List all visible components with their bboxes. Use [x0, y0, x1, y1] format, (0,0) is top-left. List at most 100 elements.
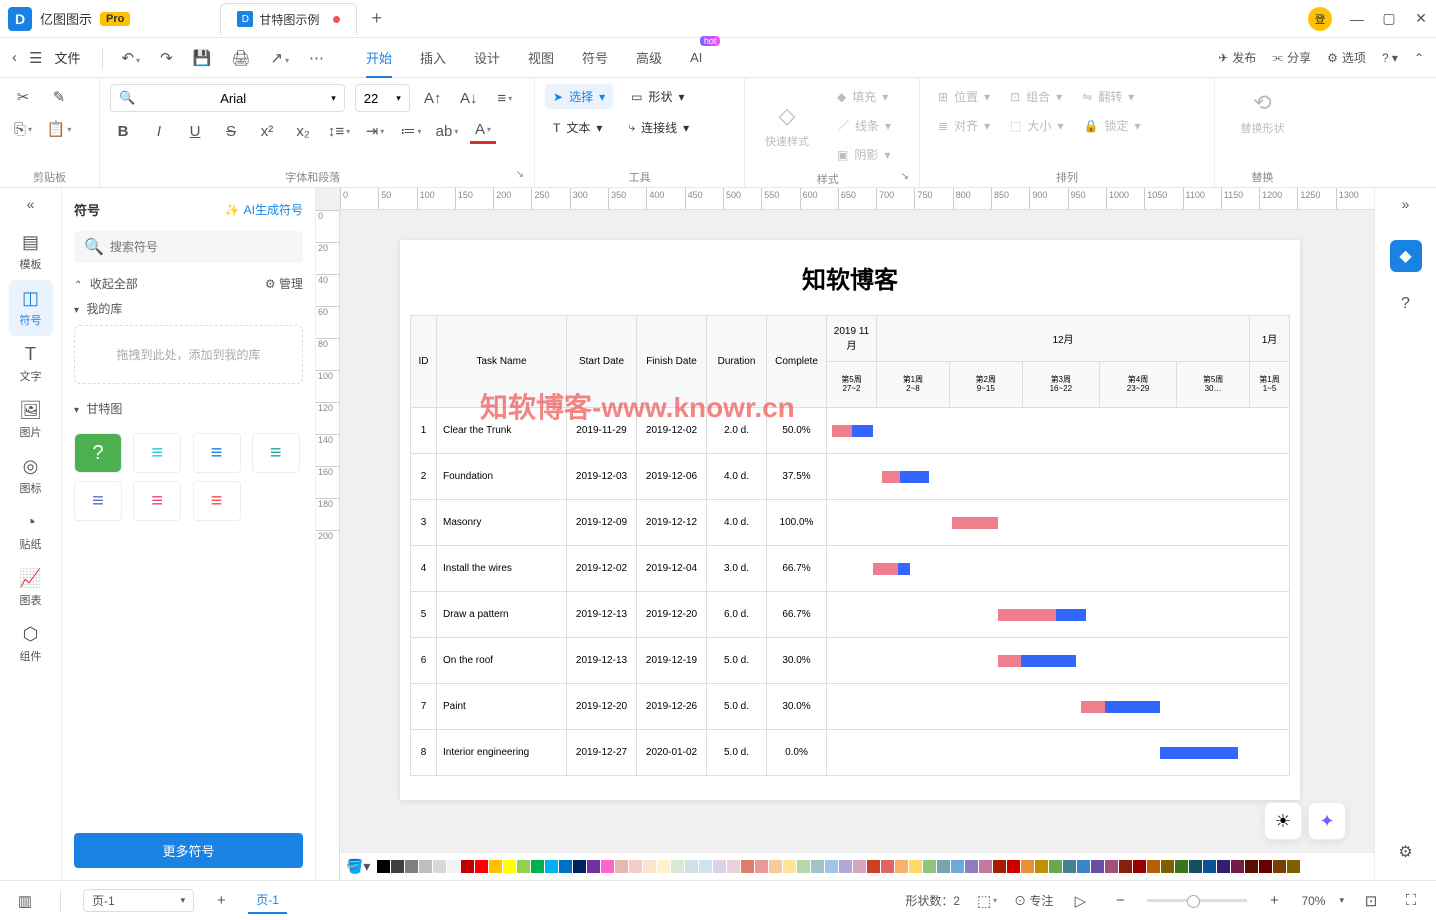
gantt-chart[interactable]: IDTask NameStart DateFinish DateDuration…	[410, 315, 1290, 776]
color-swatch[interactable]	[391, 860, 404, 873]
gantt-row[interactable]: 5Draw a pattern2019-12-132019-12-206.0 d…	[411, 592, 1290, 638]
color-swatch[interactable]	[895, 860, 908, 873]
gantt-row[interactable]: 4Install the wires2019-12-022019-12-043.…	[411, 546, 1290, 592]
align-button[interactable]: ≣ 对齐 ▾	[930, 113, 998, 138]
redo-button[interactable]: ↷	[160, 49, 173, 67]
color-swatch[interactable]	[1217, 860, 1230, 873]
color-swatch[interactable]	[1189, 860, 1202, 873]
rail-text[interactable]: T文字	[9, 336, 53, 392]
color-swatch[interactable]	[1091, 860, 1104, 873]
color-swatch[interactable]	[503, 860, 516, 873]
publish-button[interactable]: ✈ 发布	[1218, 49, 1256, 66]
superscript-button[interactable]: x²	[254, 118, 280, 144]
color-swatch[interactable]	[699, 860, 712, 873]
color-swatch[interactable]	[993, 860, 1006, 873]
shape-tool[interactable]: ▭ 形状 ▾	[623, 84, 692, 109]
color-swatch[interactable]	[923, 860, 936, 873]
color-swatch[interactable]	[839, 860, 852, 873]
main-tab-插入[interactable]: 插入	[420, 38, 446, 78]
main-tab-视图[interactable]: 视图	[528, 38, 554, 78]
color-swatch[interactable]	[1021, 860, 1034, 873]
color-swatch[interactable]	[741, 860, 754, 873]
rail-collapse-icon[interactable]: «	[27, 196, 35, 212]
strike-button[interactable]: S	[218, 118, 244, 144]
collapse-all-button[interactable]: ⌃ 收起全部	[74, 275, 138, 292]
color-swatch[interactable]	[615, 860, 628, 873]
collapse-ribbon-icon[interactable]: ⌃	[1414, 51, 1424, 65]
right-rail-collapse-icon[interactable]: »	[1402, 196, 1410, 212]
symbol-item[interactable]: ?	[74, 433, 122, 473]
more-symbols-button[interactable]: 更多符号	[74, 833, 303, 868]
indent-button[interactable]: ⇥	[362, 118, 388, 144]
print-button[interactable]: 🖨	[231, 49, 250, 67]
bold-button[interactable]: B	[110, 118, 136, 144]
page-selector[interactable]: 页-1 ▾	[83, 889, 194, 912]
color-swatch[interactable]	[853, 860, 866, 873]
rail-template[interactable]: ▤模板	[9, 224, 53, 280]
undo-button[interactable]: ↶	[121, 49, 140, 67]
size-button[interactable]: ⬚ 大小 ▾	[1002, 113, 1071, 138]
library-dropzone[interactable]: 拖拽到此处，添加到我的库	[74, 325, 303, 384]
main-tab-高级[interactable]: 高级	[636, 38, 662, 78]
color-swatch[interactable]	[1147, 860, 1160, 873]
fullscreen-icon[interactable]: ⛶	[1398, 888, 1424, 914]
line-spacing-button[interactable]: ↕≡	[326, 118, 352, 144]
layers-icon[interactable]: ⬚	[974, 888, 1000, 914]
flip-button[interactable]: ⇋ 翻转 ▾	[1074, 84, 1142, 109]
rail-chart[interactable]: 📈图表	[9, 560, 53, 616]
color-swatch[interactable]	[1231, 860, 1244, 873]
color-swatch[interactable]	[797, 860, 810, 873]
page[interactable]: 知软博客 知软博客-www.knowr.cn IDTask NameStart …	[400, 240, 1300, 800]
list-button[interactable]: ≔	[398, 118, 424, 144]
canvas[interactable]: 知软博客 知软博客-www.knowr.cn IDTask NameStart …	[340, 210, 1374, 852]
color-swatch[interactable]	[657, 860, 670, 873]
color-swatch[interactable]	[909, 860, 922, 873]
maximize-button[interactable]: ▢	[1382, 10, 1396, 27]
zoom-in-button[interactable]: +	[1261, 888, 1287, 914]
rail-image[interactable]: 🖼图片	[9, 392, 53, 448]
color-swatch[interactable]	[825, 860, 838, 873]
color-swatch[interactable]	[1035, 860, 1048, 873]
color-swatch[interactable]	[1007, 860, 1020, 873]
format-painter-button[interactable]: ✎	[46, 84, 72, 110]
color-swatch[interactable]	[1105, 860, 1118, 873]
decrease-font-button[interactable]: A↓	[456, 85, 482, 111]
fill-button[interactable]: ◆ 填充 ▾	[829, 84, 899, 109]
add-tab-button[interactable]: +	[371, 8, 382, 29]
color-swatch[interactable]	[517, 860, 530, 873]
symbol-search-input[interactable]	[110, 240, 293, 254]
more-menu-icon[interactable]: ⋯	[309, 49, 324, 67]
file-menu[interactable]: 文件	[54, 48, 80, 67]
present-icon[interactable]: ▷	[1067, 888, 1093, 914]
symbol-search[interactable]: 🔍	[74, 231, 303, 263]
color-swatch[interactable]	[587, 860, 600, 873]
cut-button[interactable]: ✂	[10, 84, 36, 110]
symbol-item[interactable]: ≡	[74, 481, 122, 521]
paint-bucket-icon[interactable]: 🪣▾	[346, 858, 370, 875]
case-button[interactable]: ab	[434, 118, 460, 144]
color-swatch[interactable]	[559, 860, 572, 873]
format-pane-icon[interactable]: ◆	[1390, 240, 1422, 272]
color-swatch[interactable]	[1245, 860, 1258, 873]
main-tab-AI[interactable]: AIhot	[690, 38, 702, 78]
gantt-library-section[interactable]: ▾ 甘特图	[74, 400, 303, 417]
symbol-item[interactable]: ≡	[193, 481, 241, 521]
main-tab-开始[interactable]: 开始	[366, 38, 392, 78]
color-swatch[interactable]	[1203, 860, 1216, 873]
gantt-row[interactable]: 7Paint2019-12-202019-12-265.0 d.30.0%	[411, 684, 1290, 730]
add-page-button[interactable]: +	[208, 888, 234, 914]
color-swatch[interactable]	[727, 860, 740, 873]
gantt-row[interactable]: 2Foundation2019-12-032019-12-064.0 d.37.…	[411, 454, 1290, 500]
copy-button[interactable]: ⎘	[10, 116, 36, 142]
color-swatch[interactable]	[1063, 860, 1076, 873]
group-button[interactable]: ⊡ 组合 ▾	[1002, 84, 1070, 109]
symbol-item[interactable]: ≡	[193, 433, 241, 473]
focus-button[interactable]: ⊙ 专注	[1014, 892, 1053, 909]
paste-button[interactable]: 📋	[46, 116, 72, 142]
help-pane-icon[interactable]: ?	[1390, 288, 1422, 320]
color-swatch[interactable]	[1273, 860, 1286, 873]
gantt-row[interactable]: 6On the roof2019-12-132019-12-195.0 d.30…	[411, 638, 1290, 684]
color-swatch[interactable]	[531, 860, 544, 873]
connector-tool[interactable]: ⤷ 连接线 ▾	[620, 115, 697, 140]
save-button[interactable]: 💾	[193, 49, 212, 67]
